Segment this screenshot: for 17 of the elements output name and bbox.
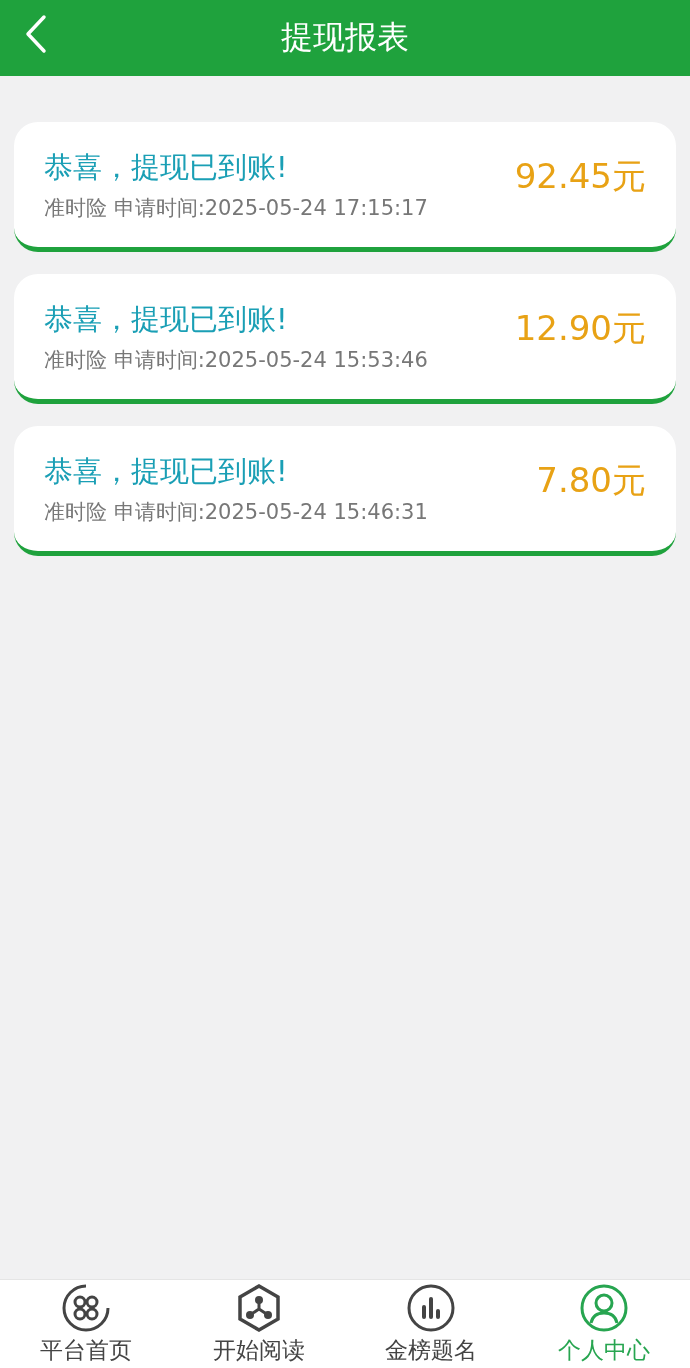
- record-detail: 准时险 申请时间:2025-05-24 15:53:46: [44, 346, 428, 374]
- record-title: 恭喜，提现已到账!: [44, 300, 289, 338]
- record-amount: 12.90元: [514, 306, 646, 350]
- nav-tab[interactable]: 金榜题名: [345, 1280, 518, 1368]
- record-detail: 准时险 申请时间:2025-05-24 17:15:17: [44, 194, 428, 222]
- record-amount: 92.45元: [514, 154, 646, 198]
- record-title: 恭喜，提现已到账!: [44, 148, 289, 186]
- record-title: 恭喜，提现已到账!: [44, 452, 289, 490]
- record-amount: 7.80元: [536, 458, 646, 502]
- user-icon: [578, 1282, 629, 1333]
- page-title: 提现报表: [281, 17, 409, 58]
- record-detail: 准时险 申请时间:2025-05-24 15:46:31: [44, 498, 428, 526]
- back-button[interactable]: [24, 14, 48, 54]
- nav-tab[interactable]: 平台首页: [0, 1280, 173, 1368]
- bar-chart-icon: [406, 1282, 457, 1333]
- nav-tab[interactable]: 开始阅读: [172, 1280, 345, 1368]
- grid-icon: [61, 1282, 112, 1333]
